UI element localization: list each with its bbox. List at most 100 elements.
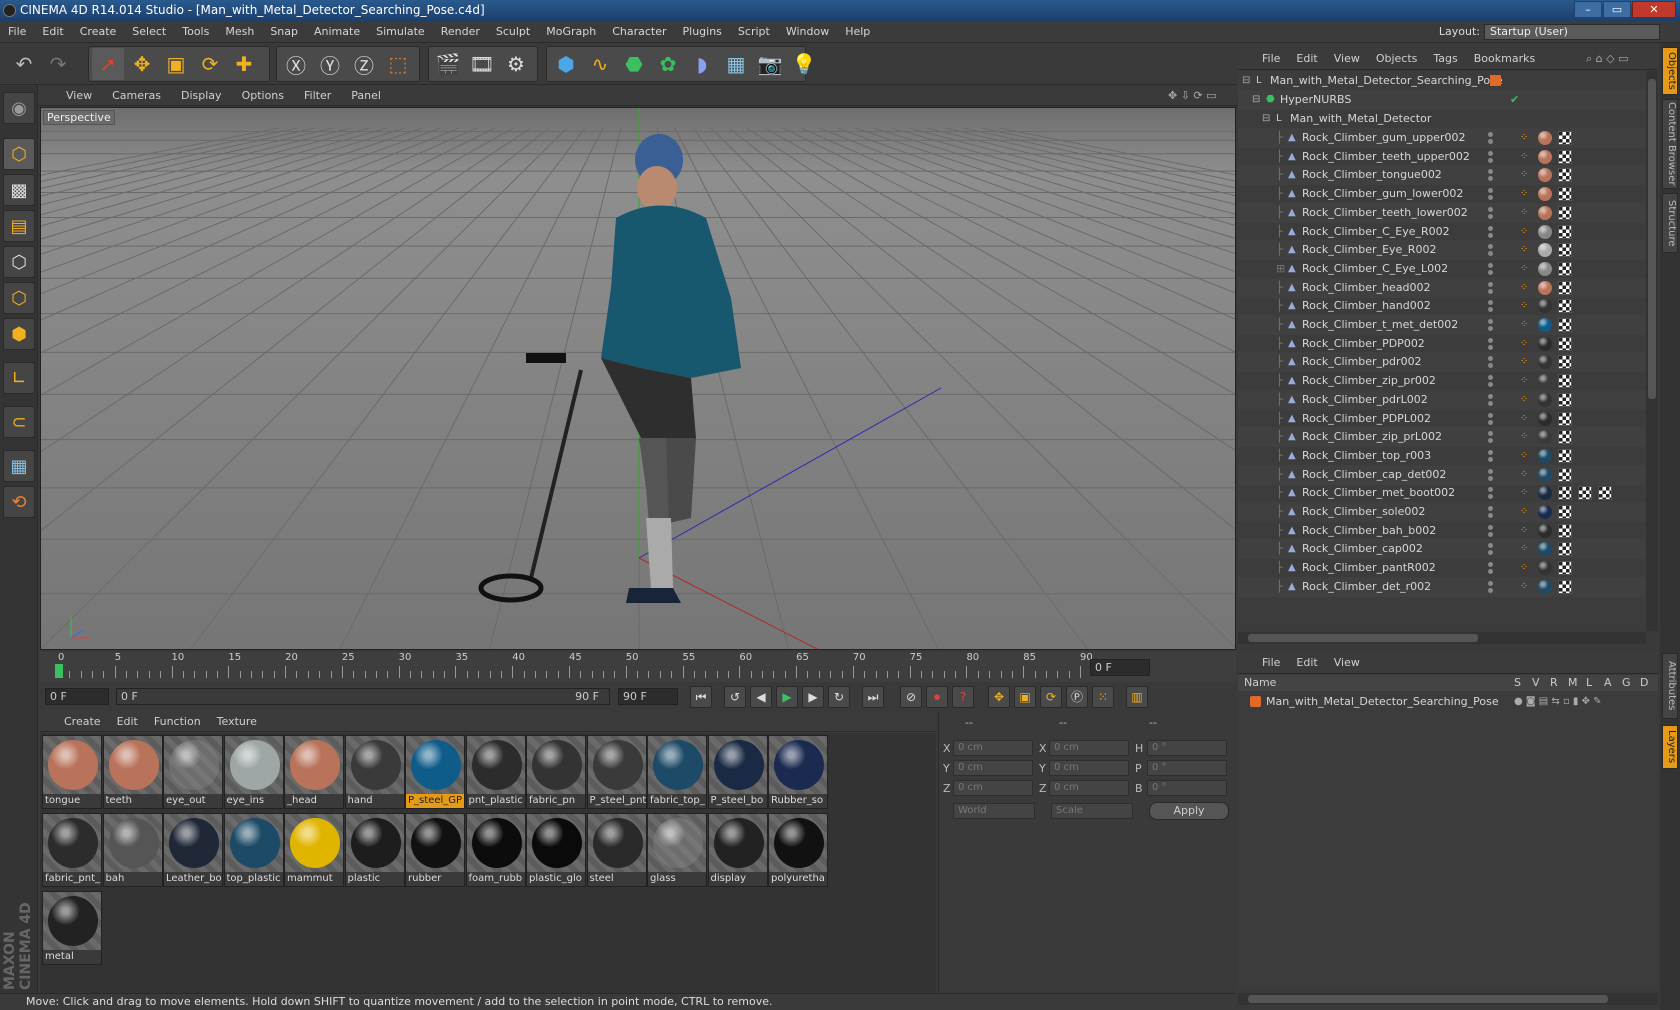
material-tag-icon[interactable]: [1538, 131, 1552, 145]
editor-visibility-dot[interactable]: [1488, 412, 1493, 418]
menu-mesh[interactable]: Mesh: [217, 21, 262, 43]
viewport-menu-filter[interactable]: Filter: [294, 86, 341, 106]
menu-tools[interactable]: Tools: [174, 21, 217, 43]
goto-end-icon[interactable]: ⏭: [862, 686, 884, 708]
render-visibility-dot[interactable]: [1488, 195, 1493, 201]
expand-icon[interactable]: ⊞: [1276, 259, 1285, 279]
object-row[interactable]: ├ ▲ Rock_Climber_det_r002 ⁘: [1238, 576, 1646, 597]
render-settings-icon[interactable]: ⚙: [500, 48, 532, 80]
render-visibility-dot[interactable]: [1488, 438, 1493, 444]
editor-visibility-dot[interactable]: [1488, 337, 1493, 343]
render-visibility-dot[interactable]: [1488, 213, 1493, 219]
menu-mograph[interactable]: MoGraph: [538, 21, 604, 43]
viewport-nav-icons[interactable]: ✥ ⇩ ⟳ ▭: [1168, 86, 1217, 106]
uvw-tag-icon[interactable]: [1558, 280, 1572, 295]
object-row-group[interactable]: ⊟ L Man_with_Metal_Detector: [1238, 109, 1646, 129]
material-menu-edit[interactable]: Edit: [109, 712, 146, 732]
render-view-icon[interactable]: 🎬: [432, 48, 464, 80]
render-visibility-dot[interactable]: [1488, 269, 1493, 275]
material-tile[interactable]: bah: [102, 813, 163, 887]
render-visibility-dot[interactable]: [1488, 232, 1493, 238]
enabled-check-icon[interactable]: ✔: [1510, 90, 1519, 110]
material-tile[interactable]: P_steel_GP: [405, 735, 465, 809]
editor-visibility-dot[interactable]: [1488, 300, 1493, 306]
uvw-tag-icon[interactable]: [1578, 486, 1592, 501]
start-frame-field[interactable]: 0 F: [45, 688, 109, 705]
uvw-tag-icon[interactable]: [1558, 205, 1572, 220]
key-param-icon[interactable]: Ⓟ: [1066, 686, 1088, 708]
editor-visibility-dot[interactable]: [1488, 244, 1493, 250]
redo-icon[interactable]: ↷: [42, 48, 74, 80]
material-tag-icon[interactable]: [1538, 448, 1552, 463]
uvw-tag-icon[interactable]: [1558, 318, 1572, 332]
coordinate-system-icon[interactable]: ⬚: [382, 48, 414, 80]
render-visibility-dot[interactable]: [1488, 176, 1493, 182]
om-menu-edit[interactable]: Edit: [1288, 48, 1325, 70]
hscroll-thumb[interactable]: [1248, 634, 1478, 642]
editor-visibility-dot[interactable]: [1488, 375, 1493, 381]
snap-magnet-icon[interactable]: ⊂: [3, 406, 35, 438]
material-tag-icon[interactable]: [1538, 542, 1552, 557]
render-visibility-dot[interactable]: [1488, 569, 1493, 575]
spline-icon[interactable]: ∿: [584, 48, 616, 80]
phong-tag-icon[interactable]: ⁘: [1520, 539, 1528, 559]
material-tag-icon[interactable]: [1538, 505, 1552, 519]
phong-tag-icon[interactable]: ⁘: [1520, 371, 1528, 391]
lm-menu-file[interactable]: File: [1238, 652, 1288, 674]
phong-tag-icon[interactable]: ⁘: [1520, 427, 1528, 447]
uvw-tag-icon[interactable]: [1558, 355, 1572, 370]
render-picture-icon[interactable]: 🎞: [466, 48, 498, 80]
position-x-field[interactable]: 0 cm: [953, 740, 1033, 756]
editor-visibility-dot[interactable]: [1488, 150, 1493, 156]
render-visibility-dot[interactable]: [1488, 288, 1493, 294]
next-key-icon[interactable]: ↻: [828, 686, 850, 708]
editor-visibility-dot[interactable]: [1488, 487, 1493, 493]
material-tag-icon[interactable]: [1538, 579, 1552, 594]
material-tile[interactable]: top_plastic: [223, 813, 284, 887]
material-tile[interactable]: Rubber_so: [768, 735, 828, 809]
playhead[interactable]: [55, 664, 63, 678]
layer-color-icon[interactable]: [1250, 696, 1261, 707]
material-tag-icon[interactable]: [1538, 392, 1552, 407]
layer-flags-icons[interactable]: ● ◙ ▤ ⇆ ▫ ▮ ✥ ✎: [1514, 692, 1602, 712]
menu-edit[interactable]: Edit: [34, 21, 71, 43]
om-search-icon[interactable]: ⌕ ⌂ ◇ ▭: [1586, 48, 1629, 70]
timeline-ruler[interactable]: 0 5 10 15 20 25 30 35 40 45 50 55 60 65 70 75 80 85 90 0 F: [40, 652, 1236, 682]
rotation-p-field[interactable]: 0 °: [1147, 760, 1227, 776]
editor-visibility-dot[interactable]: [1488, 431, 1493, 437]
material-tag-icon[interactable]: [1538, 168, 1552, 183]
locked-workplane-icon[interactable]: ⟲: [3, 486, 35, 518]
object-row[interactable]: ├ ▲ Rock_Climber_bah_b002 ⁘: [1238, 521, 1646, 541]
object-row[interactable]: ├ ▲ Rock_Climber_top_r003 ⁘: [1238, 446, 1646, 466]
tab-attributes[interactable]: Attributes: [1662, 653, 1678, 719]
editor-visibility-dot[interactable]: [1488, 132, 1493, 137]
viewport-perspective[interactable]: Perspective: [40, 107, 1236, 650]
collapse-icon[interactable]: ⊟: [1262, 113, 1273, 124]
render-visibility-dot[interactable]: [1488, 157, 1493, 163]
render-visibility-dot[interactable]: [1488, 531, 1493, 537]
object-row[interactable]: ⊞ ▲ Rock_Climber_C_Eye_L002 ⁘: [1238, 259, 1646, 279]
uvw-tag-icon[interactable]: [1558, 168, 1572, 183]
phong-tag-icon[interactable]: ⁘: [1520, 165, 1528, 185]
uvw-tag-icon[interactable]: [1558, 374, 1572, 389]
om-menu-tags[interactable]: Tags: [1425, 48, 1465, 70]
material-tile[interactable]: eye_out: [163, 735, 223, 809]
array-icon[interactable]: ✿: [652, 48, 684, 80]
timeline-window-icon[interactable]: ▥: [1126, 686, 1148, 708]
layout-select[interactable]: Startup (User): [1484, 24, 1660, 40]
material-tag-icon[interactable]: [1538, 318, 1552, 332]
phong-tag-icon[interactable]: ⁘: [1520, 296, 1528, 316]
add-icon[interactable]: ✚: [228, 48, 260, 80]
render-visibility-dot[interactable]: [1488, 475, 1493, 481]
menu-plugins[interactable]: Plugins: [675, 21, 730, 43]
phong-tag-icon[interactable]: ⁘: [1520, 409, 1528, 429]
next-frame-icon[interactable]: ▶: [802, 686, 824, 708]
object-row[interactable]: ├ ▲ Rock_Climber_hand002 ⁘: [1238, 296, 1646, 316]
workplane-icon[interactable]: ▤: [3, 210, 35, 242]
object-manager-scrollbar[interactable]: [1646, 71, 1658, 631]
render-visibility-dot[interactable]: [1488, 400, 1493, 406]
uvw-tag-icon[interactable]: [1558, 505, 1572, 519]
render-visibility-dot[interactable]: [1488, 587, 1493, 593]
camera-icon[interactable]: 📷: [754, 48, 786, 80]
om-menu-objects[interactable]: Objects: [1368, 48, 1426, 70]
